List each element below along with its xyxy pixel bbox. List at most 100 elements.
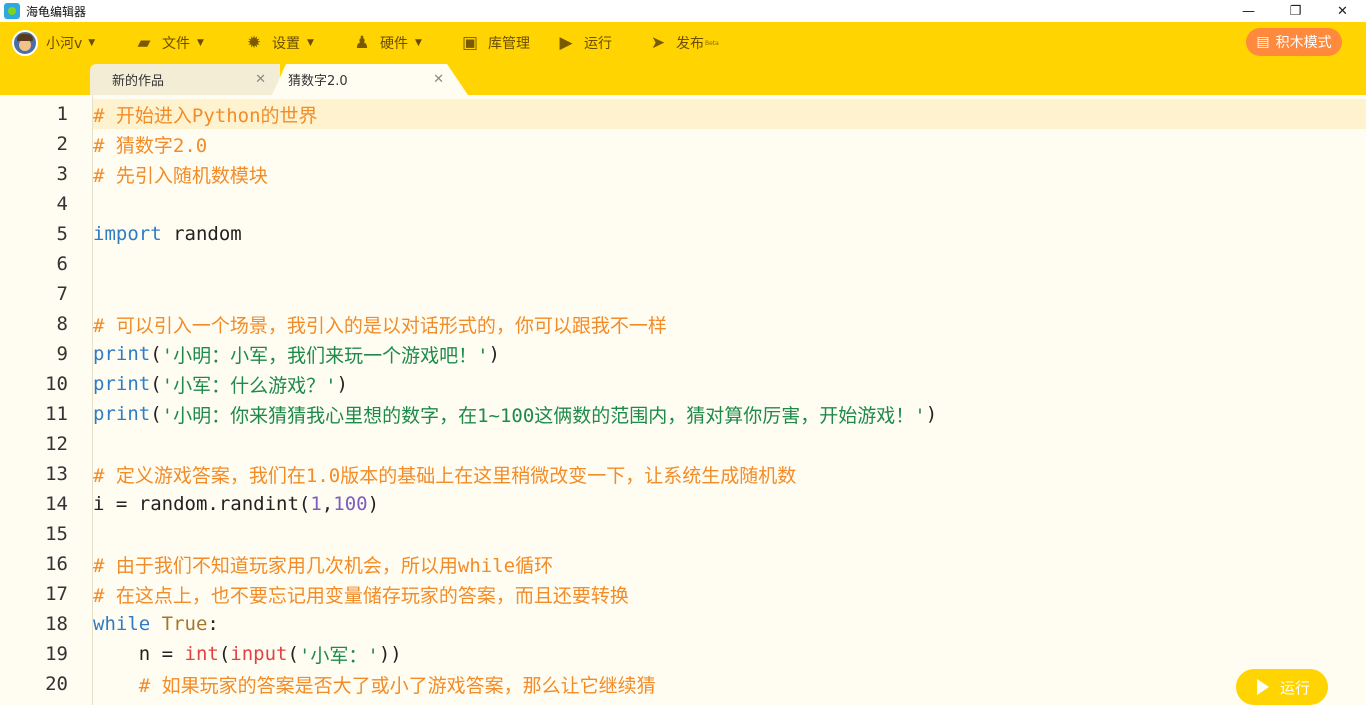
code-line: 15 [0, 519, 1366, 549]
code-text: while True: [93, 609, 219, 639]
run-button[interactable]: 运行 [1236, 669, 1328, 705]
line-number: 14 [45, 493, 68, 515]
code-editor[interactable]: 1 # 开始进入Python的世界 2 # 猜数字2.0 3 # 先引入随机数模块 4 5 im… [0, 95, 1366, 705]
line-number: 10 [45, 373, 68, 395]
close-button[interactable]: ✕ [1319, 0, 1366, 22]
menu-label: 发布 [676, 36, 704, 52]
code-text: # 猜数字2.0 [93, 129, 207, 159]
code-token: ) [336, 373, 348, 395]
library-icon: ▣ [461, 33, 479, 53]
line-number: 9 [56, 343, 68, 365]
code-token: # 由于我们不知道玩家用几次机会，所以用while循环 [93, 554, 554, 577]
block-mode-button[interactable]: ▤ 积木模式 [1246, 28, 1342, 56]
line-number: 19 [45, 643, 68, 665]
code-text: print('小军：什么游戏？') [93, 369, 348, 399]
line-number: 18 [45, 613, 68, 635]
tab-label: 新的作品 [112, 74, 165, 89]
code-text: # 开始进入Python的世界 [93, 99, 318, 129]
code-token: print [93, 343, 151, 365]
code-token: int [184, 643, 219, 665]
send-icon: ➤ [650, 33, 666, 53]
code-token: while [93, 613, 151, 635]
code-line: 6 [0, 249, 1366, 279]
folder-icon: ▰ [137, 33, 151, 53]
line-number: 4 [56, 193, 68, 215]
menu-play-circle[interactable]: ▶ 运行 [556, 22, 612, 64]
code-token: : [207, 613, 219, 635]
chevron-down-icon: ▼ [88, 38, 96, 48]
line-number: 7 [56, 283, 68, 305]
avatar[interactable] [12, 30, 38, 56]
menu-send[interactable]: ➤ 发布 Beta [648, 22, 719, 64]
menu-label: 硬件 [380, 36, 408, 52]
code-line: 18 while True: [0, 609, 1366, 639]
code-line: 2 # 猜数字2.0 [0, 129, 1366, 159]
line-number: 6 [56, 253, 68, 275]
code-line: 10 print('小军：什么游戏？') [0, 369, 1366, 399]
line-number: 1 [56, 103, 68, 125]
close-icon[interactable]: ✕ [433, 72, 444, 87]
code-token: random [161, 223, 242, 245]
code-line: 8 # 可以引入一个场景，我引入的是以对话形式的，你可以跟我不一样 [0, 309, 1366, 339]
code-token: ) [925, 403, 938, 425]
line-number: 16 [45, 553, 68, 575]
code-text: i = random.randint(1, 100) [93, 489, 379, 519]
code-text: # 可以引入一个场景，我引入的是以对话形式的，你可以跟我不一样 [93, 309, 667, 339]
restore-button[interactable]: ❐ [1272, 0, 1319, 22]
code-text: print('小明：小军，我们来玩一个游戏吧！') [93, 339, 500, 369]
code-token: # 开始进入Python的世界 [93, 104, 318, 127]
menu-folder[interactable]: ▰ 文件 ▼ [134, 22, 203, 64]
blocks-icon: ▤ [1256, 34, 1270, 50]
code-line: 7 [0, 279, 1366, 309]
block-mode-label: 积木模式 [1275, 35, 1332, 51]
line-number: 5 [56, 223, 68, 245]
window-title: 海龟编辑器 [26, 4, 87, 19]
code-token: i = random.randint( [93, 493, 311, 515]
code-text: # 定义游戏答案，我们在1.0版本的基础上在这里稍微改变一下，让系统生成随机数 [93, 459, 796, 489]
code-text: # 在这点上，也不要忘记用变量储存玩家的答案，而且还要转换 [93, 579, 629, 609]
code-token: ( [150, 373, 162, 395]
code-line: 20 # 如果玩家的答案是否大了或小了游戏答案，那么让它继续猜 [0, 669, 1366, 699]
code-line: 11 print('小明：你来猜猜我心里想的数字，在1~100这俩数的范围内，猜对… [0, 399, 1366, 429]
line-number: 11 [45, 403, 68, 425]
chevron-down-icon: ▼ [307, 38, 314, 48]
menu-robot[interactable]: ♟ 硬件 ▼ [352, 22, 422, 64]
tab-new-work[interactable]: 新的作品 ✕ [90, 64, 280, 95]
robot-icon: ♟ [354, 33, 370, 53]
code-token: # 定义游戏答案，我们在1.0版本的基础上在这里稍微改变一下，让系统生成随机数 [93, 464, 797, 487]
user-menu[interactable]: 小河v ▼ [12, 22, 95, 64]
menu-gear[interactable]: ✹ 设置 ▼ [244, 22, 314, 64]
code-text: # 如果玩家的答案是否大了或小了游戏答案，那么让它继续猜 [93, 669, 656, 699]
code-line: 5 import random [0, 219, 1366, 249]
menu-library[interactable]: ▣ 库管理 [460, 22, 530, 64]
code-token: ( [150, 343, 162, 365]
tab-bar: 新的作品 ✕ 猜数字2.0 ✕ [0, 64, 1366, 95]
beta-badge: Beta [705, 39, 719, 47]
code-text: import random [93, 219, 242, 249]
code-text: # 先引入随机数模块 [93, 159, 268, 189]
line-number: 20 [45, 673, 68, 695]
title-bar: 海龟编辑器 — ❐ ✕ [0, 0, 1366, 22]
close-icon[interactable]: ✕ [255, 72, 266, 87]
user-name: 小河v [46, 36, 83, 52]
code-token: '小军：什么游戏？' [161, 374, 337, 397]
window-controls: — ❐ ✕ [1225, 0, 1366, 22]
code-line: 9 print('小明：小军，我们来玩一个游戏吧！') [0, 339, 1366, 369]
minimize-button[interactable]: — [1225, 0, 1272, 22]
code-token: True [161, 613, 208, 635]
chevron-down-icon: ▼ [415, 38, 422, 48]
code-token: 100 [333, 493, 368, 515]
tab-guess-number[interactable]: 猜数字2.0 ✕ [272, 64, 468, 95]
tab-label: 猜数字2.0 [288, 74, 348, 89]
code-token: input [230, 643, 288, 665]
code-token: '小军：' [298, 644, 379, 667]
code-token: , [321, 493, 334, 515]
code-token: # 先引入随机数模块 [93, 164, 268, 187]
line-number: 8 [56, 313, 68, 335]
code-token: # 在这点上，也不要忘记用变量储存玩家的答案，而且还要转换 [93, 584, 629, 607]
line-number: 13 [45, 463, 68, 485]
menu-label: 文件 [162, 36, 190, 52]
line-number: 2 [56, 133, 68, 155]
gear-icon: ✹ [246, 33, 262, 53]
